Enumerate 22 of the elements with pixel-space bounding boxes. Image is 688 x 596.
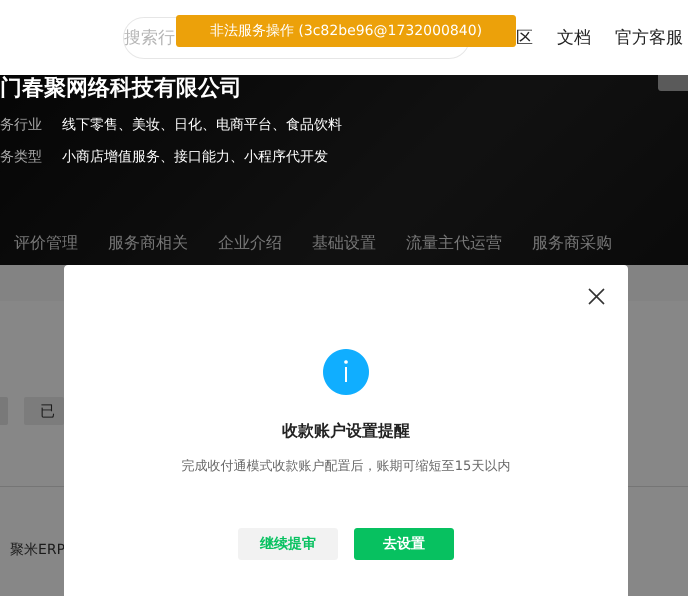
company-name: 门春聚网络科技有限公司 xyxy=(0,75,242,103)
tab[interactable]: 基础设置 xyxy=(312,233,376,254)
nav-link[interactable]: 官方客服 xyxy=(615,26,683,49)
info-icon xyxy=(323,349,369,395)
dialog-message: 完成收付通模式收款账户配置后，账期可缩短至15天以内 xyxy=(182,458,510,475)
tab[interactable]: 服务商相关 xyxy=(108,233,188,254)
tab[interactable]: 评价管理 xyxy=(14,233,78,254)
warning-toast: 非法服务操作 (3c82be96@1732000840) xyxy=(176,15,516,47)
field-value: 小商店增值服务、接口能力、小程序代开发 xyxy=(62,148,328,166)
tab[interactable]: 流量主代运营 xyxy=(406,233,502,254)
filter-chip[interactable]: 已 xyxy=(24,397,64,425)
tab[interactable]: 服务商采购 xyxy=(532,233,612,254)
nav-link[interactable]: 文档 xyxy=(557,26,591,49)
nav-link[interactable]: 区 xyxy=(516,26,533,49)
dialog-title: 收款账户设置提醒 xyxy=(282,420,410,442)
tab[interactable]: 企业介绍 xyxy=(218,233,282,254)
field-label: 务行业 xyxy=(0,116,43,134)
field-value: 线下零售、美妆、日化、电商平台、食品饮料 xyxy=(62,116,342,134)
confirm-button[interactable]: 去设置 xyxy=(354,528,454,560)
field-label: 务类型 xyxy=(0,148,43,166)
close-icon[interactable] xyxy=(588,288,605,305)
row-name: 聚米ERP xyxy=(10,541,66,559)
